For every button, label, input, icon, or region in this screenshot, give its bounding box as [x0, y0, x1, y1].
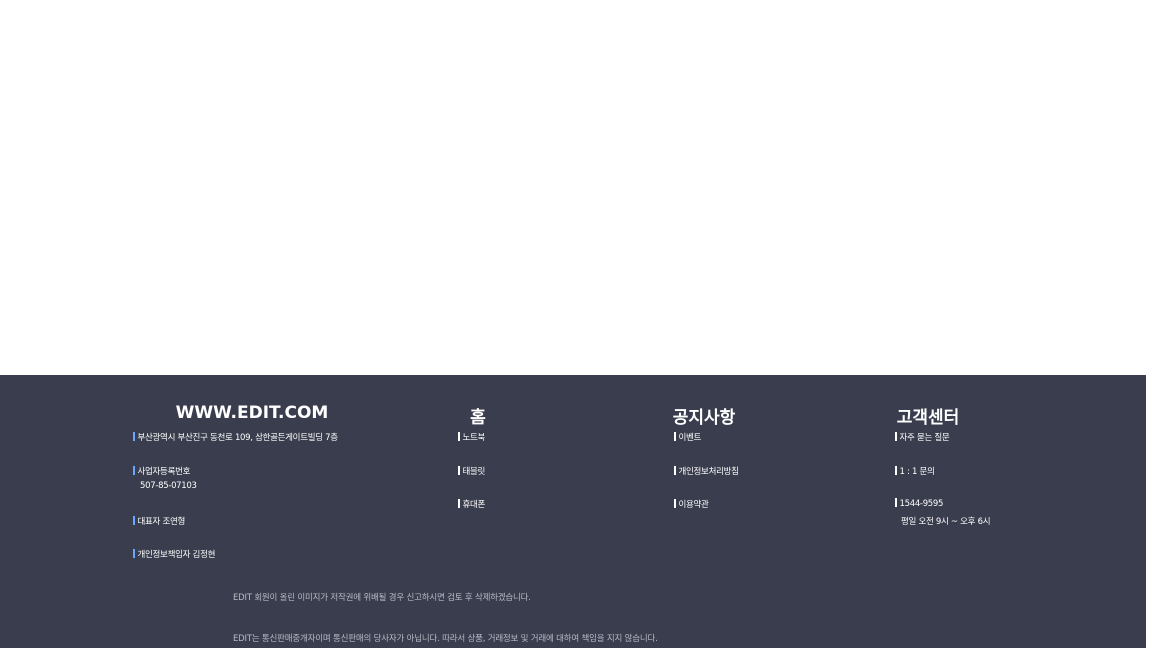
footer-phone: 1544-9595 — [895, 498, 943, 509]
footer-privacy-officer: 개인정보책임자 김정현 — [133, 548, 215, 560]
link-label: 이벤트 — [678, 433, 702, 443]
footer-link-terms[interactable]: 이용약관 — [674, 498, 709, 510]
footer-link-phone[interactable]: 휴대폰 — [458, 498, 485, 510]
bullet-bar — [133, 516, 135, 525]
bullet-bar — [458, 499, 460, 508]
footer-link-tablet[interactable]: 태블릿 — [458, 465, 485, 477]
footer-ceo: 대표자 조연형 — [133, 515, 185, 527]
link-label: 휴대폰 — [462, 500, 486, 510]
ceo-text: 대표자 조연형 — [137, 517, 186, 527]
footer-address: 부산광역시 부산진구 동천로 109, 삼한골든게이트빌딩 7층 — [133, 431, 338, 443]
link-label: 자주 묻는 질문 — [899, 433, 950, 443]
footer-link-notebook[interactable]: 노트북 — [458, 431, 485, 443]
footer-site-title[interactable]: WWW.EDIT.COM — [176, 403, 329, 423]
footer-copyright-notice: EDIT 회원이 올린 이미지가 저작권에 위배될 경우 신고하시면 검토 후 … — [233, 593, 531, 603]
footer-link-faq[interactable]: 자주 묻는 질문 — [895, 431, 950, 443]
bullet-bar — [458, 466, 460, 475]
bullet-bar — [674, 432, 676, 441]
bullet-bar — [674, 466, 676, 475]
link-label: 개인정보처리방침 — [678, 467, 739, 477]
footer-notice-title[interactable]: 공지사항 — [673, 403, 736, 428]
footer-home-title[interactable]: 홈 — [470, 403, 486, 428]
footer-link-inquiry[interactable]: 1 : 1 문의 — [895, 465, 935, 477]
bullet-bar — [133, 466, 135, 475]
footer-biz-number: 507-85-07103 — [140, 481, 197, 491]
biz-label-text: 사업자등록번호 — [137, 467, 191, 477]
link-label: 1 : 1 문의 — [899, 467, 935, 477]
link-label: 태블릿 — [462, 467, 486, 477]
site-footer: WWW.EDIT.COM 부산광역시 부산진구 동천로 109, 삼한골든게이트… — [0, 375, 1146, 648]
content-area — [0, 0, 1152, 375]
page: WWW.EDIT.COM 부산광역시 부산진구 동천로 109, 삼한골든게이트… — [0, 0, 1152, 648]
scrollbar-gutter — [1146, 375, 1152, 648]
bullet-bar — [895, 432, 897, 441]
bullet-bar — [674, 499, 676, 508]
footer-disclaimer-notice: EDIT는 통신판매중개자이며 통신판매의 당사자가 아닙니다. 따라서 상품,… — [233, 634, 658, 644]
footer-support-title[interactable]: 고객센터 — [897, 403, 960, 428]
bullet-bar — [133, 549, 135, 558]
phone-text: 1544-9595 — [899, 499, 944, 509]
link-label: 노트북 — [462, 433, 486, 443]
footer-hours: 평일 오전 9시 ~ 오후 6시 — [901, 517, 991, 527]
footer-link-privacy-policy[interactable]: 개인정보처리방침 — [674, 465, 739, 477]
bullet-bar — [458, 432, 460, 441]
address-text: 부산광역시 부산진구 동천로 109, 삼한골든게이트빌딩 7층 — [137, 433, 339, 443]
bullet-bar — [895, 466, 897, 475]
bullet-bar — [133, 432, 135, 441]
footer-link-event[interactable]: 이벤트 — [674, 431, 701, 443]
footer-biz-label: 사업자등록번호 — [133, 465, 190, 477]
privacy-officer-text: 개인정보책임자 김정현 — [137, 550, 216, 560]
bullet-bar — [895, 498, 897, 507]
link-label: 이용약관 — [678, 500, 709, 510]
